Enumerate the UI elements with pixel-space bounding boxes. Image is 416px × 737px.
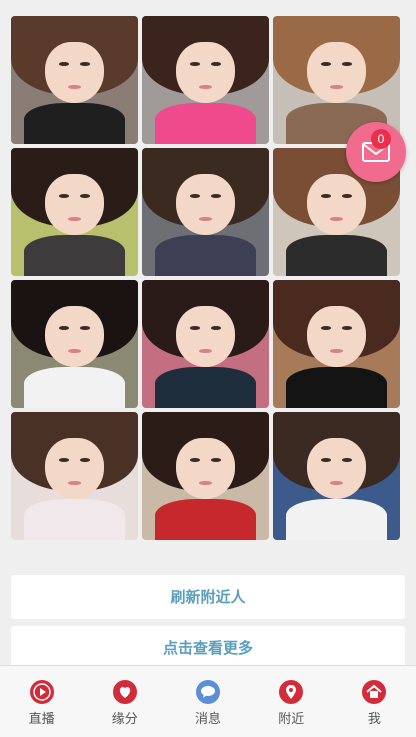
user-photo-tile[interactable] bbox=[11, 16, 138, 144]
tab-me[interactable]: 我 bbox=[333, 666, 416, 737]
photo-body bbox=[23, 235, 126, 276]
heart-icon bbox=[112, 680, 137, 704]
photo-eye bbox=[210, 62, 221, 66]
photo-face bbox=[176, 173, 235, 236]
user-photo-tile[interactable] bbox=[11, 148, 138, 276]
tab-label: 消息 bbox=[195, 712, 222, 727]
photo-eye bbox=[210, 458, 221, 462]
refresh-nearby-button[interactable]: 刷新附近人 bbox=[11, 575, 405, 619]
photo-body bbox=[154, 103, 257, 144]
photo-face bbox=[307, 305, 366, 368]
photo-face bbox=[45, 437, 104, 500]
photo-face bbox=[307, 41, 366, 104]
photo-face bbox=[176, 41, 235, 104]
photo-lips bbox=[68, 217, 81, 221]
photo-eye bbox=[79, 62, 90, 66]
photo-eye bbox=[341, 458, 352, 462]
photo-body bbox=[285, 235, 388, 276]
tab-fate[interactable]: 缘分 bbox=[83, 666, 166, 737]
location-pin-icon bbox=[279, 680, 304, 704]
tab-label: 我 bbox=[367, 712, 381, 727]
photo-face bbox=[176, 437, 235, 500]
photo-eye bbox=[210, 326, 221, 330]
bottom-tab-bar: 直播 缘分 消息 附近 我 bbox=[0, 665, 416, 737]
play-icon bbox=[29, 680, 54, 704]
view-more-button[interactable]: 点击查看更多 bbox=[11, 626, 405, 670]
tab-label: 直播 bbox=[28, 712, 55, 727]
photo-body bbox=[285, 367, 388, 408]
chat-icon bbox=[196, 680, 220, 704]
photo-body bbox=[23, 103, 126, 144]
tab-nearby[interactable]: 附近 bbox=[250, 666, 333, 737]
photo-face bbox=[45, 41, 104, 104]
mail-float-button[interactable]: 0 bbox=[346, 122, 406, 182]
photo-face bbox=[176, 305, 235, 368]
user-photo-tile[interactable] bbox=[142, 148, 269, 276]
photo-lips bbox=[330, 217, 343, 221]
photo-lips bbox=[330, 349, 343, 353]
photo-grid bbox=[11, 16, 401, 540]
photo-face bbox=[307, 173, 366, 236]
photo-lips bbox=[199, 217, 212, 221]
tab-label: 附近 bbox=[278, 712, 305, 727]
photo-eye bbox=[79, 326, 90, 330]
photo-body bbox=[154, 235, 257, 276]
photo-lips bbox=[199, 85, 212, 89]
tab-label: 缘分 bbox=[111, 712, 138, 727]
photo-lips bbox=[199, 481, 212, 485]
user-photo-tile[interactable] bbox=[142, 280, 269, 408]
unread-badge: 0 bbox=[371, 129, 391, 149]
photo-lips bbox=[330, 481, 343, 485]
photo-eye bbox=[341, 326, 352, 330]
photo-eye bbox=[210, 194, 221, 198]
photo-eye bbox=[79, 458, 90, 462]
photo-face bbox=[45, 305, 104, 368]
user-photo-tile[interactable] bbox=[11, 412, 138, 540]
photo-lips bbox=[199, 349, 212, 353]
user-photo-tile[interactable] bbox=[142, 16, 269, 144]
photo-eye bbox=[79, 194, 90, 198]
photo-eye bbox=[341, 194, 352, 198]
photo-face bbox=[45, 173, 104, 236]
user-photo-tile[interactable] bbox=[142, 412, 269, 540]
photo-face bbox=[307, 437, 366, 500]
photo-body bbox=[285, 499, 388, 540]
photo-eye bbox=[341, 62, 352, 66]
photo-lips bbox=[68, 481, 81, 485]
photo-lips bbox=[68, 85, 81, 89]
photo-body bbox=[154, 499, 257, 540]
tab-live[interactable]: 直播 bbox=[0, 666, 83, 737]
photo-body bbox=[154, 367, 257, 408]
photo-lips bbox=[68, 349, 81, 353]
user-photo-tile[interactable] bbox=[11, 280, 138, 408]
home-icon bbox=[362, 680, 387, 704]
user-photo-tile[interactable] bbox=[273, 280, 400, 408]
photo-body bbox=[23, 367, 126, 408]
photo-body bbox=[23, 499, 126, 540]
photo-lips bbox=[330, 85, 343, 89]
tab-messages[interactable]: 消息 bbox=[166, 666, 249, 737]
user-photo-tile[interactable] bbox=[273, 412, 400, 540]
